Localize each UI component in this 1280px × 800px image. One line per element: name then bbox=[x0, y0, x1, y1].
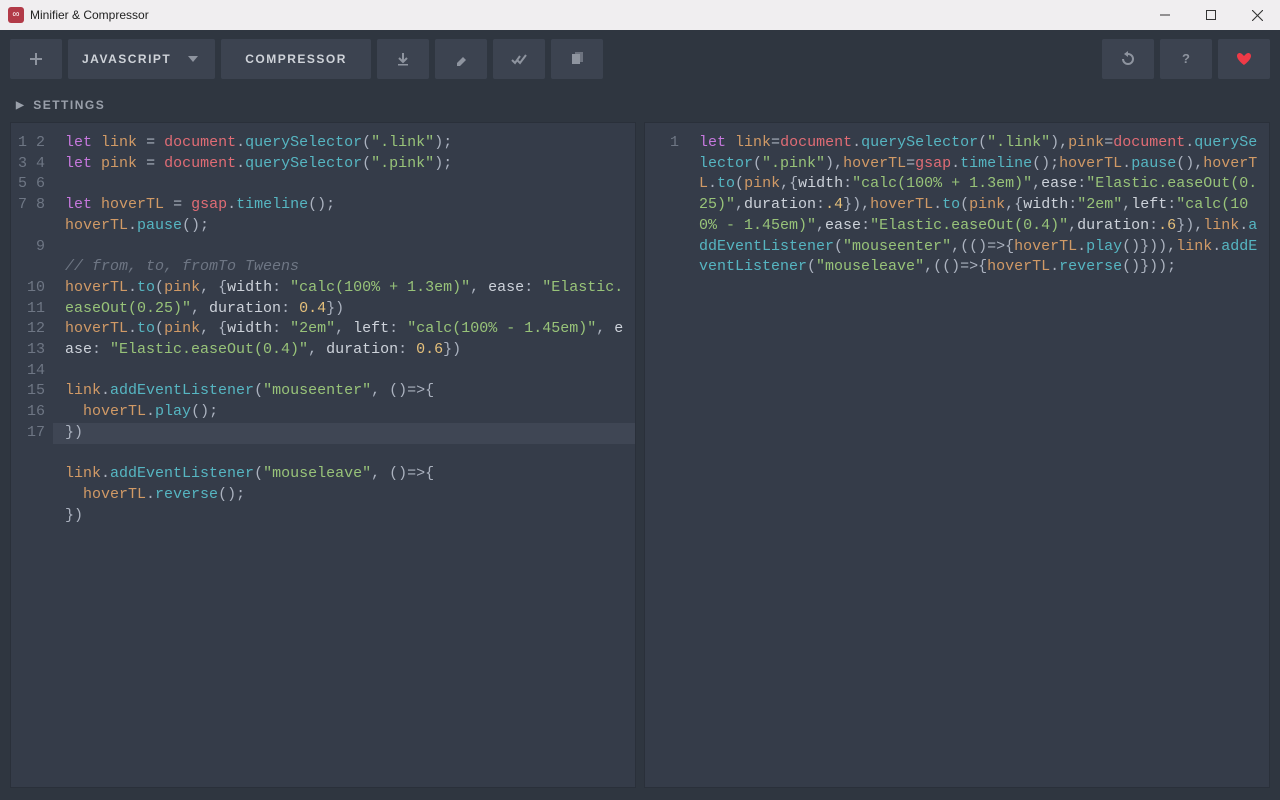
triangle-right-icon: ▶ bbox=[16, 100, 25, 111]
help-button[interactable]: ? bbox=[1160, 39, 1212, 79]
ln: 13 bbox=[27, 341, 45, 358]
ln: 12 bbox=[27, 320, 45, 337]
copy-button[interactable] bbox=[551, 39, 603, 79]
ln: 3 bbox=[18, 155, 27, 172]
app-icon bbox=[8, 7, 24, 23]
ln: 5 bbox=[18, 175, 27, 192]
favorite-button[interactable] bbox=[1218, 39, 1270, 79]
ln: 4 bbox=[36, 155, 45, 172]
ln: 9 bbox=[36, 237, 45, 278]
ln: 2 bbox=[36, 134, 45, 151]
add-button[interactable] bbox=[10, 39, 62, 79]
language-label: JAVASCRIPT bbox=[82, 52, 171, 66]
ln: 6 bbox=[36, 175, 45, 192]
source-code[interactable]: let link = document.querySelector(".link… bbox=[53, 123, 635, 787]
ln: 15 bbox=[27, 382, 45, 399]
ln: 11 bbox=[27, 300, 45, 317]
ln: 8 bbox=[36, 195, 45, 236]
output-editor[interactable]: 1 let link=document.querySelector(".link… bbox=[644, 122, 1270, 788]
chevron-down-icon bbox=[185, 51, 201, 67]
minimize-button[interactable] bbox=[1142, 0, 1188, 30]
ln: 7 bbox=[18, 196, 27, 213]
window-title: Minifier & Compressor bbox=[30, 8, 149, 22]
ln: 10 bbox=[27, 279, 45, 296]
output-gutter: 1 bbox=[645, 123, 687, 787]
download-button[interactable] bbox=[377, 39, 429, 79]
ln: 16 bbox=[27, 403, 45, 420]
erase-button[interactable] bbox=[435, 39, 487, 79]
editor-panes: 1 2 3 4 5 6 7 8 9 10 11 12 13 14 15 16 1… bbox=[0, 122, 1280, 800]
toolbar: JAVASCRIPT COMPRESSOR ? bbox=[0, 30, 1280, 88]
settings-toggle[interactable]: ▶ SETTINGS bbox=[0, 88, 1280, 122]
source-gutter: 1 2 3 4 5 6 7 8 9 10 11 12 13 14 15 16 1… bbox=[11, 123, 53, 787]
mode-button[interactable]: COMPRESSOR bbox=[221, 39, 371, 79]
mode-label: COMPRESSOR bbox=[245, 52, 347, 66]
svg-text:?: ? bbox=[1182, 51, 1190, 66]
close-button[interactable] bbox=[1234, 0, 1280, 30]
check-all-button[interactable] bbox=[493, 39, 545, 79]
output-code[interactable]: let link=document.querySelector(".link")… bbox=[687, 123, 1269, 787]
source-editor[interactable]: 1 2 3 4 5 6 7 8 9 10 11 12 13 14 15 16 1… bbox=[10, 122, 636, 788]
reload-button[interactable] bbox=[1102, 39, 1154, 79]
ln: 1 bbox=[18, 134, 27, 151]
ln: 14 bbox=[27, 362, 45, 379]
settings-label: SETTINGS bbox=[33, 98, 105, 112]
maximize-button[interactable] bbox=[1188, 0, 1234, 30]
titlebar: Minifier & Compressor bbox=[0, 0, 1280, 30]
ln: 17 bbox=[27, 424, 45, 441]
language-dropdown[interactable]: JAVASCRIPT bbox=[68, 39, 215, 79]
